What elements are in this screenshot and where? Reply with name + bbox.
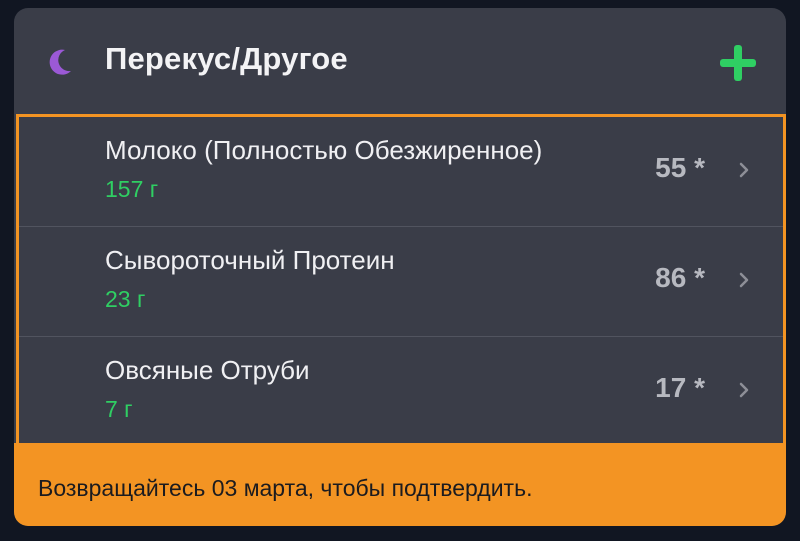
food-list: Молоко (Полностью Обезжиренное) 157 г 55… xyxy=(16,114,786,443)
item-name: Сывороточный Протеин xyxy=(105,245,395,275)
item-name: Овсяные Отруби xyxy=(105,355,310,385)
item-amount: 23 г xyxy=(105,286,146,312)
list-item[interactable]: Сывороточный Протеин 23 г 86 * xyxy=(19,227,783,337)
chevron-right-icon xyxy=(739,162,749,178)
confirm-message: Возвращайтесь 03 марта, чтобы подтвердит… xyxy=(38,475,533,501)
chevron-right-icon xyxy=(739,382,749,398)
confirm-banner: Возвращайтесь 03 марта, чтобы подтвердит… xyxy=(14,443,786,526)
item-amount: 7 г xyxy=(105,396,133,422)
item-value: 86 * xyxy=(655,262,705,293)
item-name: Молоко (Полностью Обезжиренное) xyxy=(105,135,543,165)
chevron-right-icon xyxy=(739,272,749,288)
list-item[interactable]: Овсяные Отруби 7 г 17 * xyxy=(19,337,783,447)
plus-icon[interactable] xyxy=(718,43,758,83)
meal-header: Перекус/Другое xyxy=(14,8,786,114)
item-value: 55 * xyxy=(655,152,705,183)
list-item[interactable]: Молоко (Полностью Обезжиренное) 157 г 55… xyxy=(19,117,783,227)
item-amount: 157 г xyxy=(105,176,159,202)
moon-icon xyxy=(49,49,71,75)
item-value: 17 * xyxy=(655,372,705,403)
meal-title: Перекус/Другое xyxy=(105,41,348,76)
meal-card: Перекус/Другое Молоко (Полностью Обезжир… xyxy=(14,8,786,526)
